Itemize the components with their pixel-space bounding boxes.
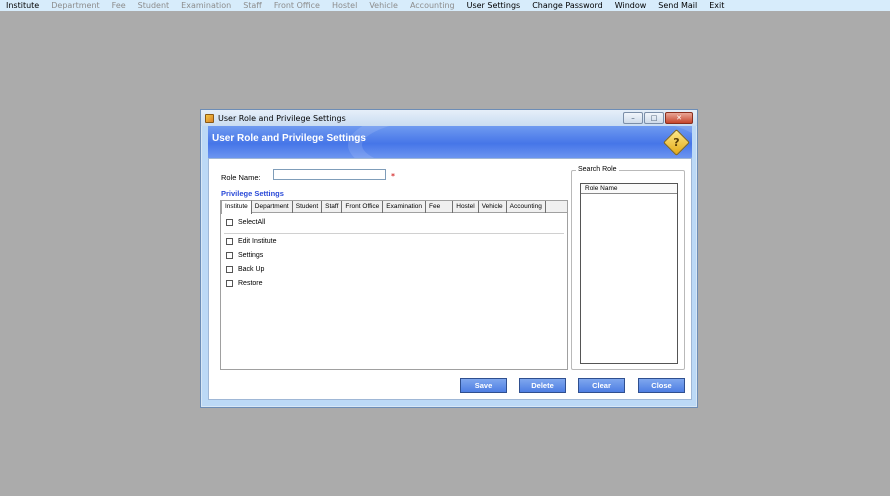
tab-front-office[interactable]: Front Office <box>342 201 384 213</box>
menu-examination[interactable]: Examination <box>181 1 231 11</box>
role-name-input[interactable] <box>273 169 386 180</box>
user-role-window: User Role and Privilege Settings – □ ✕ U… <box>200 109 698 408</box>
menu-student[interactable]: Student <box>138 1 170 11</box>
search-role-legend: Search Role <box>576 166 619 173</box>
privilege-label: Restore <box>238 280 263 287</box>
privilege-tabs: Institute Department Student Staff Front… <box>220 200 568 370</box>
privilege-label: Settings <box>238 252 264 259</box>
menu-change-password[interactable]: Change Password <box>532 1 603 11</box>
select-all-checkbox[interactable] <box>226 219 233 226</box>
menu-institute[interactable]: Institute <box>6 1 39 11</box>
tab-examination[interactable]: Examination <box>383 201 427 213</box>
tab-student[interactable]: Student <box>293 201 323 213</box>
select-all-row[interactable]: SelectAll <box>226 219 265 226</box>
privilege-checkbox[interactable] <box>226 252 233 259</box>
window-title: User Role and Privilege Settings <box>218 113 346 123</box>
menu-window[interactable]: Window <box>615 1 647 11</box>
help-glyph: ? <box>673 136 680 149</box>
close-button[interactable]: Close <box>638 378 685 393</box>
role-list[interactable]: Role Name <box>580 183 678 364</box>
banner-title: User Role and Privilege Settings <box>212 133 366 144</box>
required-marker: * <box>391 172 395 181</box>
role-name-column-header[interactable]: Role Name <box>581 184 677 194</box>
save-button[interactable]: Save <box>460 378 507 393</box>
menu-send-mail[interactable]: Send Mail <box>658 1 697 11</box>
privilege-row-edit-institute[interactable]: Edit Institute <box>226 238 277 245</box>
form-panel: Role Name: * Privilege Settings Institut… <box>208 158 692 400</box>
menu-hostel[interactable]: Hostel <box>332 1 357 11</box>
clear-button[interactable]: Clear <box>578 378 625 393</box>
privilege-label: Back Up <box>238 266 265 273</box>
tab-hostel[interactable]: Hostel <box>453 201 479 213</box>
close-icon[interactable]: ✕ <box>665 112 693 124</box>
minimize-icon[interactable]: – <box>623 112 643 124</box>
privilege-checkbox[interactable] <box>226 280 233 287</box>
privilege-row-back-up[interactable]: Back Up <box>226 266 264 273</box>
privilege-settings-title: Privilege Settings <box>221 189 284 198</box>
divider <box>224 233 564 234</box>
help-icon[interactable]: ? <box>663 129 690 156</box>
search-role-group: Search Role Role Name <box>571 166 685 370</box>
tab-staff[interactable]: Staff <box>322 201 343 213</box>
tab-institute[interactable]: Institute <box>221 200 252 214</box>
menu-vehicle[interactable]: Vehicle <box>369 1 398 11</box>
window-titlebar[interactable]: User Role and Privilege Settings – □ ✕ <box>201 110 697 126</box>
menu-staff[interactable]: Staff <box>243 1 262 11</box>
menu-front-office[interactable]: Front Office <box>274 1 320 11</box>
main-menubar: Institute Department Fee Student Examina… <box>0 0 890 11</box>
privilege-row-settings[interactable]: Settings <box>226 252 263 259</box>
select-all-label: SelectAll <box>238 219 266 226</box>
app-icon <box>205 113 214 123</box>
privilege-checkbox[interactable] <box>226 266 233 273</box>
maximize-icon[interactable]: □ <box>644 112 664 124</box>
action-buttons: Save Delete Clear Close <box>201 378 697 393</box>
privilege-row-restore[interactable]: Restore <box>226 280 263 287</box>
privilege-label: Edit Institute <box>238 238 277 245</box>
role-name-label: Role Name: <box>221 173 261 182</box>
menu-accounting[interactable]: Accounting <box>410 1 455 11</box>
privilege-checkbox[interactable] <box>226 238 233 245</box>
tab-accounting[interactable]: Accounting <box>507 201 546 213</box>
menu-exit[interactable]: Exit <box>709 1 724 11</box>
delete-button[interactable]: Delete <box>519 378 566 393</box>
tab-strip: Institute Department Student Staff Front… <box>221 200 567 214</box>
menu-department[interactable]: Department <box>51 1 99 11</box>
tab-department[interactable]: Department <box>252 201 293 213</box>
tab-vehicle[interactable]: Vehicle <box>479 201 507 213</box>
menu-fee[interactable]: Fee <box>112 1 126 11</box>
header-banner: User Role and Privilege Settings ? <box>208 126 692 158</box>
tab-fee[interactable]: Fee <box>426 201 454 213</box>
window-controls: – □ ✕ <box>623 112 693 124</box>
menu-user-settings[interactable]: User Settings <box>467 1 521 11</box>
